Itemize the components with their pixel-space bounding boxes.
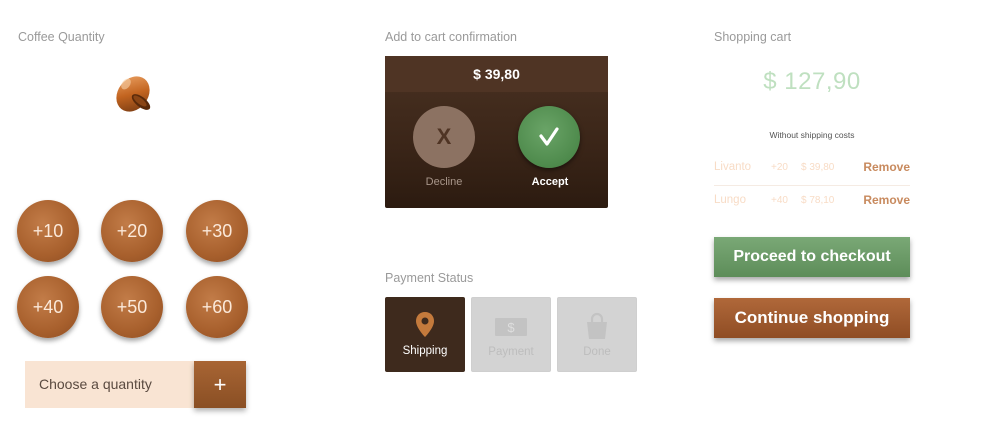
accept-button[interactable] — [518, 106, 580, 168]
quantity-select-field[interactable]: Choose a quantity — [25, 361, 194, 408]
shipping-note: Without shipping costs — [769, 130, 855, 140]
cart-item-row: Livanto +20 $ 39,80 Remove — [714, 152, 910, 184]
accept-label: Accept — [531, 176, 569, 188]
quantity-30-button[interactable]: +30 — [186, 200, 248, 262]
cart-total: $ 127,90 — [763, 68, 861, 95]
decline-label: Decline — [425, 176, 463, 188]
payment-step-payment[interactable]: $ Payment — [471, 297, 551, 372]
confirmation-price: $ 39,80 — [385, 56, 608, 92]
svg-text:$: $ — [507, 320, 515, 335]
money-icon: $ — [495, 318, 527, 336]
confirmation-title: Add to cart confirmation — [385, 30, 518, 44]
cart-item-qty: +40 — [771, 195, 788, 206]
coffee-capsule-icon — [116, 76, 151, 112]
remove-item-button[interactable]: Remove — [863, 193, 910, 207]
continue-shopping-button[interactable]: Continue shopping — [714, 298, 910, 338]
cart-item-row: Lungo +40 $ 78,10 Remove — [714, 185, 910, 217]
cart-item-price: $ 39,80 — [801, 162, 835, 173]
quantity-50-button[interactable]: +50 — [101, 276, 163, 338]
quantity-20-button[interactable]: +20 — [101, 200, 163, 262]
quantity-60-button[interactable]: +60 — [186, 276, 248, 338]
add-quantity-button[interactable]: + — [194, 361, 246, 408]
payment-step-done[interactable]: Done — [557, 297, 637, 372]
payment-step-shipping[interactable]: Shipping — [385, 297, 465, 372]
payment-step-label: Shipping — [402, 345, 448, 357]
coffee-quantity-title: Coffee Quantity — [18, 30, 105, 44]
cart-item-price: $ 78,10 — [801, 195, 835, 206]
proceed-to-checkout-button[interactable]: Proceed to checkout — [714, 237, 910, 277]
payment-step-label: Payment — [488, 346, 534, 358]
add-to-cart-confirmation-panel: $ 39,80 X Decline Accept — [385, 56, 608, 208]
payment-status-title: Payment Status — [385, 271, 474, 285]
quantity-10-button[interactable]: +10 — [17, 200, 79, 262]
shopping-cart-title: Shopping cart — [714, 30, 792, 44]
payment-step-label: Done — [583, 346, 611, 358]
cart-item-name: Lungo — [714, 194, 746, 206]
cart-item-qty: +20 — [771, 162, 788, 173]
location-pin-icon — [416, 312, 434, 337]
cart-item-name: Livanto — [714, 161, 752, 173]
remove-item-button[interactable]: Remove — [863, 160, 910, 174]
decline-button[interactable]: X — [413, 106, 475, 168]
shopping-bag-icon — [587, 312, 607, 339]
checkmark-icon — [539, 127, 559, 146]
quantity-select: Choose a quantity + — [25, 361, 246, 408]
quantity-40-button[interactable]: +40 — [17, 276, 79, 338]
